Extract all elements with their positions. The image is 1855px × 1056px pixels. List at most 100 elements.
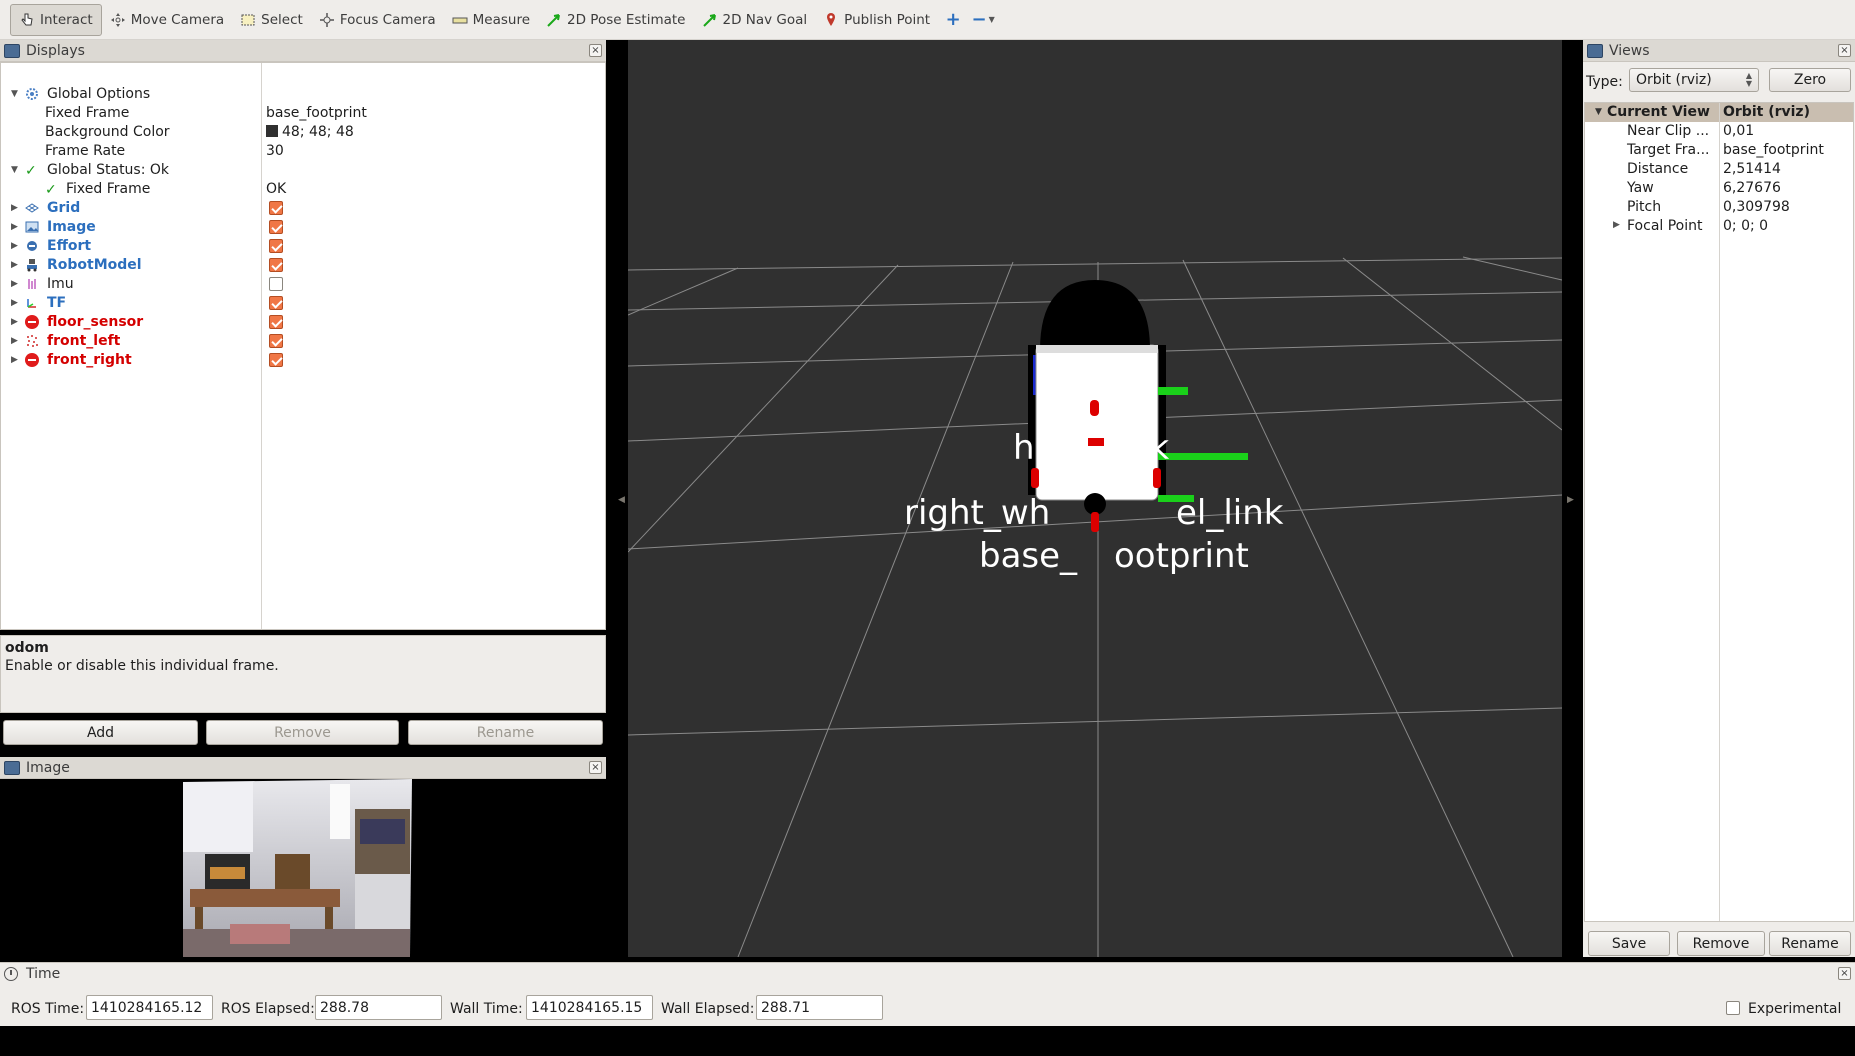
expand-right-icon[interactable]: ▶ [11, 222, 21, 232]
enable-checkbox[interactable] [269, 219, 283, 234]
expand-right-icon[interactable]: ▶ [11, 203, 21, 213]
tree-label: Frame Rate [45, 142, 126, 159]
enable-checkbox[interactable] [269, 314, 283, 329]
tree-row-fixed-frame-status[interactable]: ✓ Fixed Frame OK [1, 179, 605, 198]
remove-view-button[interactable]: Remove [1677, 931, 1765, 956]
expand-right-icon[interactable]: ▶ [11, 355, 21, 365]
prop-label: Near Clip ... [1627, 123, 1710, 139]
expand-down-icon[interactable]: ▼ [11, 89, 21, 99]
enable-checkbox[interactable] [269, 333, 283, 348]
expand-right-icon[interactable]: ▶ [11, 279, 21, 289]
hand-cursor-icon [19, 12, 35, 28]
prop-value[interactable]: 0,309798 [1723, 199, 1790, 215]
wall-elapsed-field[interactable]: 288.71 [756, 995, 883, 1020]
remove-tool-button[interactable]: − ▼ [968, 4, 998, 36]
expand-down-icon[interactable]: ▼ [11, 165, 21, 175]
camera-icon [1587, 43, 1603, 58]
expand-right-icon[interactable]: ▶ [11, 317, 21, 327]
tree-row-imu[interactable]: ▶ Imu [1, 274, 605, 293]
view-prop-pitch[interactable]: Pitch 0,309798 [1585, 199, 1853, 218]
prop-value[interactable]: 0; 0; 0 [1723, 218, 1768, 234]
ros-time-field[interactable]: 1410284165.12 [86, 995, 213, 1020]
expand-right-icon[interactable]: ▶ [1613, 220, 1620, 230]
tree-label: RobotModel [47, 256, 142, 273]
tree-row-floor-sensor[interactable]: ▶ floor_sensor [1, 312, 605, 331]
tree-row-global-status[interactable]: ▼ ✓ Global Status: Ok [1, 160, 605, 179]
view-prop-target-frame[interactable]: Target Fra... base_footprint [1585, 142, 1853, 161]
expand-down-icon[interactable]: ▼ [1595, 103, 1602, 122]
close-icon[interactable]: × [1838, 44, 1851, 57]
enable-checkbox[interactable] [269, 257, 283, 272]
remove-display-button[interactable]: Remove [206, 720, 399, 745]
tree-row-grid[interactable]: ▶ Grid [1, 198, 605, 217]
view-type-select[interactable]: Orbit (rviz) ▲ ▼ [1629, 68, 1759, 92]
wall-elapsed-label: Wall Elapsed: [661, 1001, 755, 1017]
rename-view-button[interactable]: Rename [1769, 931, 1851, 956]
tree-row-frame-rate[interactable]: Frame Rate 30 [1, 141, 605, 160]
collapse-right-handle[interactable]: ▶ [1567, 495, 1574, 507]
close-icon[interactable]: × [589, 44, 602, 57]
tree-value[interactable]: 30 [266, 143, 284, 159]
expand-right-icon[interactable]: ▶ [11, 336, 21, 346]
zero-button[interactable]: Zero [1769, 68, 1851, 92]
view-prop-near-clip[interactable]: Near Clip ... 0,01 [1585, 123, 1853, 142]
close-icon[interactable]: × [589, 761, 602, 774]
enable-checkbox[interactable] [269, 238, 283, 253]
ros-elapsed-value: 288.78 [320, 999, 369, 1016]
time-panel-title: Time × [0, 963, 1855, 985]
2d-pose-estimate-tool-button[interactable]: 2D Pose Estimate [538, 4, 693, 36]
plus-icon: + [945, 9, 961, 30]
3d-scene: h nk right_wh el_link base_ ootprint [628, 256, 1562, 957]
save-view-button[interactable]: Save [1588, 931, 1670, 956]
wall-time-field[interactable]: 1410284165.15 [526, 995, 653, 1020]
tree-label: Fixed Frame [45, 104, 130, 121]
prop-value[interactable]: 0,01 [1723, 123, 1754, 139]
prop-value[interactable]: 6,27676 [1723, 180, 1781, 196]
check-icon: ✓ [25, 162, 37, 179]
tree-row-front-left[interactable]: ▶ front_left [1, 331, 605, 350]
experimental-checkbox[interactable] [1726, 1001, 1740, 1015]
select-tool-button[interactable]: Select [232, 4, 311, 36]
view-type-row: Type: Orbit (rviz) ▲ ▼ Zero [1583, 68, 1855, 96]
tree-value[interactable]: base_footprint [266, 105, 367, 121]
tree-row-image[interactable]: ▶ Image [1, 217, 605, 236]
view-prop-distance[interactable]: Distance 2,51414 [1585, 161, 1853, 180]
view-prop-yaw[interactable]: Yaw 6,27676 [1585, 180, 1853, 199]
focus-camera-tool-button[interactable]: Focus Camera [311, 4, 444, 36]
base-footprint-label-end: ootprint [1114, 536, 1249, 576]
2d-nav-goal-tool-button[interactable]: 2D Nav Goal [694, 4, 816, 36]
view-prop-focal-point[interactable]: ▶ Focal Point 0; 0; 0 [1585, 218, 1853, 237]
expand-right-icon[interactable]: ▶ [11, 298, 21, 308]
expand-right-icon[interactable]: ▶ [11, 241, 21, 251]
collapse-left-handle[interactable]: ◀ [618, 495, 625, 507]
prop-value[interactable]: 2,51414 [1723, 161, 1781, 177]
enable-checkbox[interactable] [269, 295, 283, 310]
tree-row-tf[interactable]: ▶ TF [1, 293, 605, 312]
enable-checkbox[interactable] [269, 276, 283, 291]
enable-checkbox[interactable] [269, 352, 283, 367]
expand-right-icon[interactable]: ▶ [11, 260, 21, 270]
tree-row-fixed-frame[interactable]: Fixed Frame base_footprint [1, 103, 605, 122]
tree-row-robotmodel[interactable]: ▶ RobotModel [1, 255, 605, 274]
ros-time-value: 1410284165.12 [91, 999, 203, 1016]
wall-elapsed-value: 288.71 [761, 999, 810, 1016]
add-tool-button[interactable]: + [938, 4, 968, 36]
rename-display-button[interactable]: Rename [408, 720, 603, 745]
spin-arrows-icon: ▲ ▼ [1745, 71, 1752, 88]
add-display-button[interactable]: Add [3, 720, 198, 745]
close-icon[interactable]: × [1838, 967, 1851, 980]
3d-render-view[interactable]: h nk right_wh el_link base_ ootprint [628, 40, 1562, 957]
tree-row-front-right[interactable]: ▶ front_right [1, 350, 605, 369]
camera-image-view[interactable] [0, 779, 606, 957]
tree-row-global-options[interactable]: ▼ Global Options [1, 84, 605, 103]
enable-checkbox[interactable] [269, 200, 283, 215]
color-value[interactable]: 48; 48; 48 [266, 124, 354, 140]
tree-row-background-color[interactable]: Background Color 48; 48; 48 [1, 122, 605, 141]
ros-elapsed-field[interactable]: 288.78 [315, 995, 442, 1020]
interact-tool-button[interactable]: Interact [10, 3, 102, 36]
publish-point-tool-button[interactable]: Publish Point [815, 4, 938, 36]
tree-row-effort[interactable]: ▶ Effort [1, 236, 605, 255]
move-camera-tool-button[interactable]: Move Camera [102, 4, 232, 36]
measure-tool-button[interactable]: Measure [444, 4, 538, 36]
prop-value[interactable]: base_footprint [1723, 142, 1824, 158]
